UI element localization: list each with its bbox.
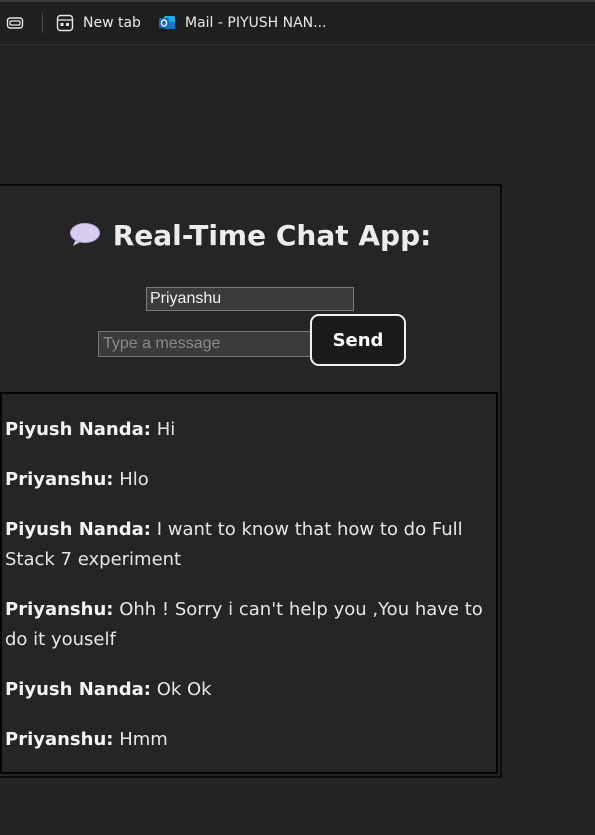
chat-message: Priyanshu: Hmm: [5, 725, 496, 755]
message-sender: Priyanshu:: [5, 599, 114, 620]
message-list: Piyush Nanda: Hi Priyanshu: Hlo Piyush Nan…: [0, 392, 498, 774]
message-input[interactable]: [98, 331, 312, 357]
message-sender: Piyush Nanda:: [5, 419, 151, 440]
tab-mail[interactable]: Mail - PIYUSH NAN...: [158, 10, 327, 36]
chat-header: Real-Time Chat App: Send: [0, 186, 500, 392]
username-input[interactable]: [146, 287, 354, 311]
message-text: Hmm: [113, 729, 168, 750]
message-text: Hlo: [113, 469, 149, 490]
tab-divider: [42, 13, 43, 33]
chat-message: Piyush Nanda: Hi: [5, 415, 496, 445]
message-sender: Priyanshu:: [5, 469, 114, 490]
browser-tab-bar: New tab Mail - PIYUSH NAN...: [0, 0, 595, 45]
title-text: Real-Time Chat App:: [112, 219, 432, 252]
message-sender: Piyush Nanda:: [5, 519, 151, 540]
page-title: Real-Time Chat App:: [0, 216, 500, 256]
message-text: Hi: [150, 419, 176, 440]
tab-bar-edge: [0, 0, 595, 2]
chat-message: Priyanshu: Ohh ! Sorry i can't help you …: [5, 595, 496, 655]
chat-container: Real-Time Chat App: Send Piyush Nanda: H…: [0, 184, 502, 778]
message-text: Ok Ok: [150, 679, 212, 700]
send-button[interactable]: Send: [310, 314, 406, 366]
new-tab-icon: [56, 14, 74, 32]
chat-message: Priyanshu: Hlo: [5, 465, 496, 495]
speech-bubble-icon: [69, 223, 100, 246]
chat-message: Piyush Nanda: Ok Ok: [5, 675, 496, 705]
outlook-icon: [159, 16, 175, 29]
chat-message: Piyush Nanda: I want to know that how to…: [5, 515, 496, 575]
tab-label: New tab: [83, 15, 141, 31]
message-sender: Piyush Nanda:: [5, 679, 151, 700]
message-sender: Priyanshu:: [5, 729, 114, 750]
tab-actions-icon[interactable]: [6, 14, 24, 32]
tab-new-tab[interactable]: New tab: [56, 10, 141, 36]
tab-label: Mail - PIYUSH NAN...: [185, 15, 327, 31]
